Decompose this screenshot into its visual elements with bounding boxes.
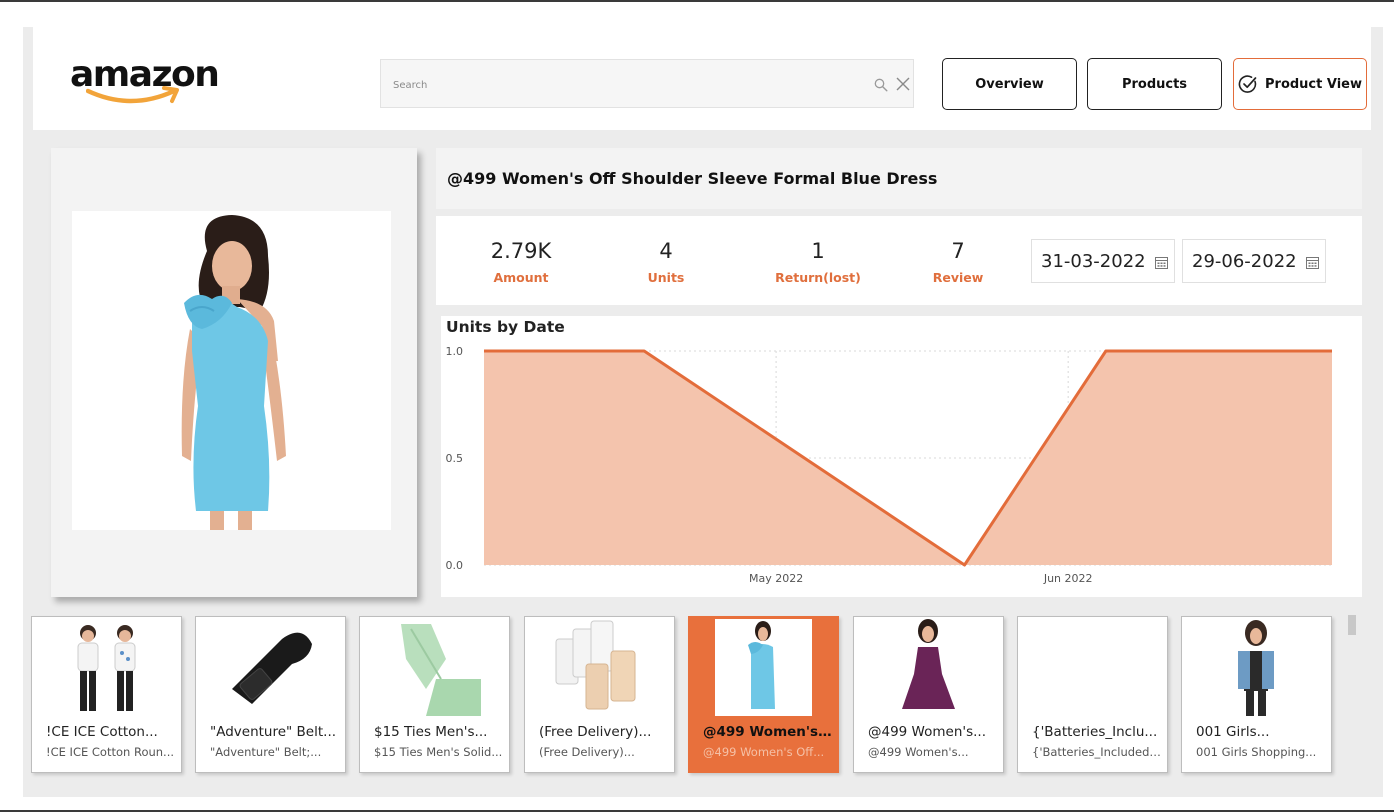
kpi-review-value: 7 (951, 239, 965, 263)
amazon-logo: amazon (70, 55, 220, 110)
product-title: @499 Women's Off Shoulder Sleeve Formal … (447, 169, 938, 188)
thumbnail-title: @499 Women's... (703, 724, 833, 740)
x-tick-label: May 2022 (749, 572, 803, 585)
blue-dress-photo-icon (181, 215, 286, 530)
kpi-return-value: 1 (811, 239, 825, 263)
kpi-amount: 2.79K Amount (461, 238, 581, 287)
end-date-picker[interactable]: 29-06-2022 (1182, 239, 1326, 283)
thumbnail-card[interactable]: (Free Delivery)... (Free Delivery)... (524, 616, 675, 773)
kids-tshirt-photo-icon (58, 619, 155, 716)
thumbnail-title: !CE ICE Cotton... (46, 724, 158, 740)
kpi-bar: 2.79K Amount 4 Units 1 Return(lost) 7 Re… (436, 216, 1362, 305)
product-view-button[interactable]: Product View (1233, 58, 1367, 110)
thumbnail-subtitle: {'Batteries_Included':... (1032, 745, 1162, 759)
product-thumbnail-strip: !CE ICE Cotton... !CE ICE Cotton Roun...… (31, 616, 1341, 776)
start-date-value: 31-03-2022 (1041, 251, 1146, 272)
product-image-card (51, 148, 417, 597)
chart-svg: 0.0 0.5 1.0 May 2022 Jun 2022 (446, 345, 1333, 585)
kpi-review-label: Review (932, 270, 984, 285)
units-by-date-chart: 0.0 0.5 1.0 May 2022 Jun 2022 Units by Date (441, 316, 1362, 597)
blue-dress-photo-icon (715, 619, 812, 716)
kpi-amount-label: Amount (493, 270, 549, 285)
x-tick-label: Jun 2022 (1043, 572, 1093, 585)
kpi-review: 7 Review (898, 238, 1018, 287)
window-top-border (0, 0, 1394, 2)
smile-arrow-icon (86, 86, 179, 104)
thumbnail-subtitle: (Free Delivery)... (539, 745, 635, 759)
thumbnail-card[interactable]: @499 Women's... @499 Women's... (853, 616, 1004, 773)
y-tick-label: 0.0 (446, 559, 464, 572)
thumbnail-title: {'Batteries_Inclu... (1032, 724, 1158, 740)
thumbnail-card-selected[interactable]: @499 Women's... @499 Women's Off... (688, 616, 839, 773)
thumbnail-card[interactable]: 001 Girls... 001 Girls Shopping... (1181, 616, 1332, 773)
kpi-amount-value: 2.79K (490, 239, 552, 263)
checkmark-circle-icon (1238, 75, 1257, 93)
chart-title: Units by Date (446, 318, 565, 336)
thumbnail-card[interactable]: !CE ICE Cotton... !CE ICE Cotton Roun... (31, 616, 182, 773)
thumbnail-scrollbar[interactable] (1348, 615, 1356, 635)
thumbnail-subtitle: !CE ICE Cotton Roun... (46, 745, 175, 759)
close-icon[interactable] (895, 76, 911, 92)
search-icon[interactable] (874, 78, 888, 92)
bra-extender-photo-icon (551, 619, 648, 716)
thumbnail-title: (Free Delivery)... (539, 724, 652, 740)
kpi-units-label: Units (647, 270, 685, 285)
product-title-bar: @499 Women's Off Shoulder Sleeve Formal … (436, 148, 1362, 209)
belt-photo-icon (222, 619, 319, 716)
denim-vest-photo-icon (1208, 619, 1305, 716)
search-box (380, 59, 914, 108)
thumbnail-title: 001 Girls... (1196, 724, 1270, 740)
y-tick-label: 1.0 (446, 345, 464, 358)
products-button[interactable]: Products (1087, 58, 1222, 110)
thumbnail-subtitle: "Adventure" Belt;... (210, 745, 322, 759)
thumbnail-card[interactable]: "Adventure" Belt... "Adventure" Belt;... (195, 616, 346, 773)
overview-button[interactable]: Overview (942, 58, 1077, 110)
kpi-units-value: 4 (659, 239, 673, 263)
tie-photo-icon (386, 619, 483, 716)
end-date-value: 29-06-2022 (1192, 251, 1297, 272)
kpi-return-label: Return(lost) (775, 270, 861, 285)
calendar-icon[interactable] (1155, 256, 1168, 269)
search-input[interactable] (393, 74, 833, 96)
thumbnail-subtitle: @499 Women's Off... (703, 745, 825, 759)
thumbnail-title: @499 Women's... (868, 724, 987, 740)
product-view-label: Product View (1265, 76, 1362, 92)
thumbnail-subtitle: @499 Women's... (868, 745, 969, 759)
thumbnail-subtitle: $15 Ties Men's Solid... (374, 745, 503, 759)
calendar-icon[interactable] (1306, 256, 1319, 269)
thumbnail-card[interactable]: {'Batteries_Inclu... {'Batteries_Include… (1017, 616, 1168, 773)
product-image (72, 211, 391, 530)
start-date-picker[interactable]: 31-03-2022 (1031, 239, 1175, 283)
thumbnail-title: $15 Ties Men's... (374, 724, 488, 740)
kpi-return: 1 Return(lost) (758, 238, 878, 287)
thumbnail-title: "Adventure" Belt... (210, 724, 337, 740)
series-area (484, 351, 1332, 565)
thumbnail-card[interactable]: $15 Ties Men's... $15 Ties Men's Solid..… (359, 616, 510, 773)
purple-dress-photo-icon (880, 619, 977, 716)
y-tick-label: 0.5 (446, 452, 464, 465)
thumbnail-subtitle: 001 Girls Shopping... (1196, 745, 1317, 759)
kpi-units: 4 Units (606, 238, 726, 287)
blank-photo-icon (1044, 619, 1141, 716)
